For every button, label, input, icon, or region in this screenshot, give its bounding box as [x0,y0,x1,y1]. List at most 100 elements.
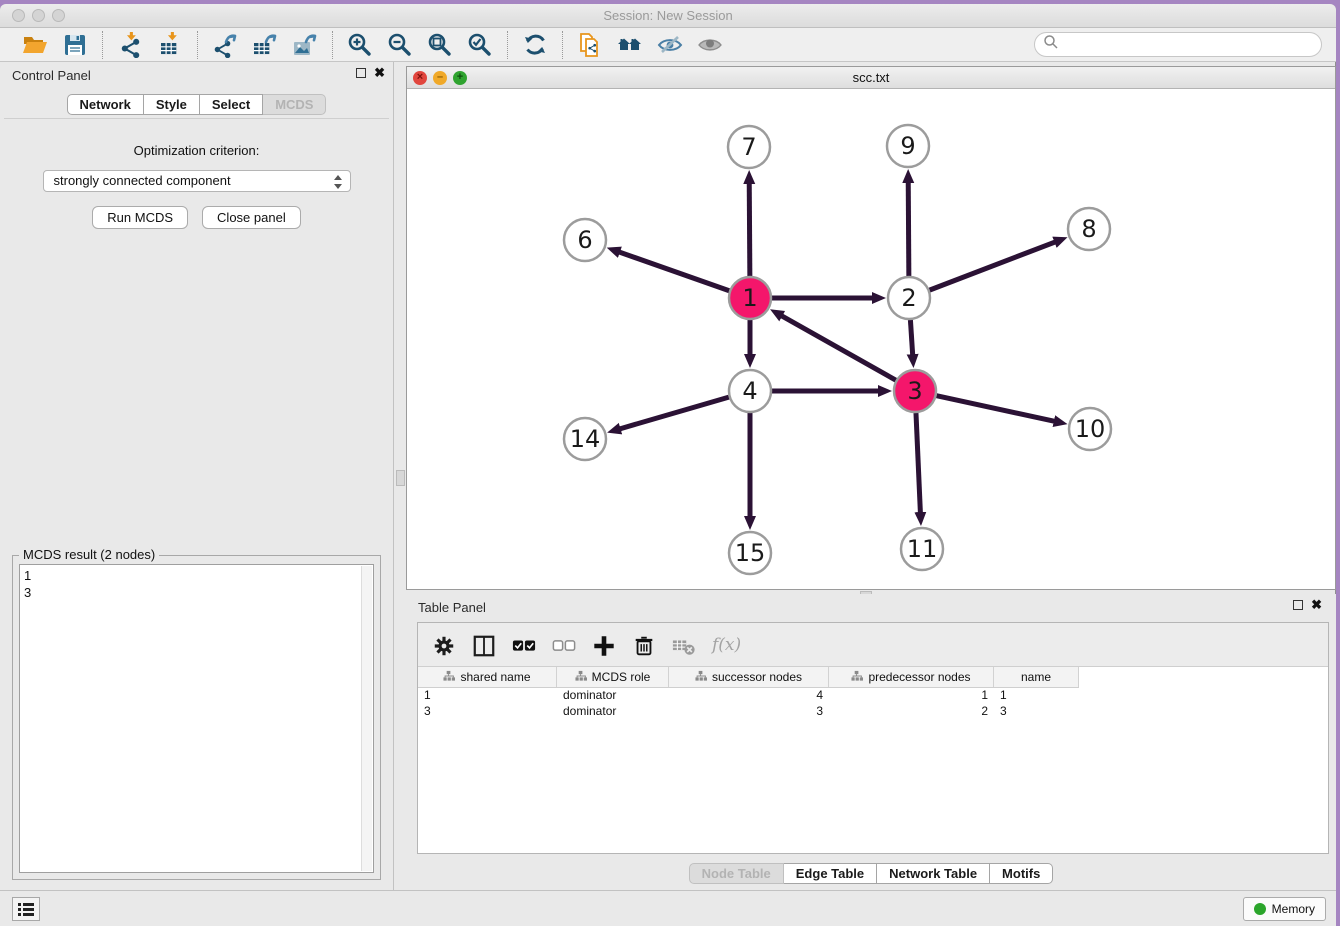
memory-button[interactable]: Memory [1243,897,1326,921]
result-line: 3 [24,584,369,601]
memory-label: Memory [1272,902,1315,916]
result-scrollbar[interactable] [361,566,372,871]
table-row[interactable]: 1dominator411 [418,688,1328,704]
save-session-icon[interactable] [62,32,88,58]
table-panel-title: Table Panel [418,600,486,615]
zoom-in-icon[interactable] [347,32,373,58]
node-4[interactable]: 4 [729,370,771,412]
edge-3-1[interactable] [780,315,895,380]
home-view-icon[interactable] [617,32,643,58]
run-mcds-button[interactable]: Run MCDS [92,206,188,229]
node-14[interactable]: 14 [564,418,606,460]
table-cell[interactable]: dominator [557,688,669,704]
zoom-selected-icon[interactable] [467,32,493,58]
edge-3-11[interactable] [916,413,920,514]
tab-motifs[interactable]: Motifs [990,863,1053,884]
table-panel-float-icon[interactable] [1293,600,1303,610]
svg-text:7: 7 [741,133,756,161]
column-type-icon [575,670,587,685]
tab-network-table[interactable]: Network Table [877,863,990,884]
unselect-all-columns-icon[interactable] [552,634,574,656]
node-3[interactable]: 3 [894,370,936,412]
tab-network[interactable]: Network [67,94,144,115]
table-cell[interactable]: 4 [669,688,829,704]
add-column-icon[interactable] [592,634,614,656]
edge-1-6[interactable] [618,252,729,291]
node-7[interactable]: 7 [728,126,770,168]
network-canvas[interactable]: 7 9 6 8 1 2 4 3 14 10 15 11 [407,89,1335,589]
column-label: shared name [460,670,530,684]
optimization-criterion-select[interactable]: strongly connected component [43,170,351,192]
column-header-predecessor-nodes[interactable]: predecessor nodes [829,667,994,687]
table-cell[interactable]: dominator [557,704,669,720]
column-header-shared-name[interactable]: shared name [418,667,557,687]
node-2[interactable]: 2 [888,277,930,319]
hide-selected-icon[interactable] [657,32,683,58]
search-field[interactable] [1034,32,1322,57]
close-panel-button[interactable]: Close panel [202,206,301,229]
node-8[interactable]: 8 [1068,208,1110,250]
tab-mcds[interactable]: MCDS [263,94,326,115]
export-table-icon[interactable] [252,32,278,58]
main-toolbar [0,28,1336,62]
node-1[interactable]: 1 [729,277,771,319]
node-6[interactable]: 6 [564,219,606,261]
search-input[interactable] [1059,37,1321,52]
toggle-columns-icon[interactable] [472,634,494,656]
import-network-icon[interactable] [117,32,143,58]
open-session-icon[interactable] [22,32,48,58]
task-history-button[interactable] [12,897,40,921]
table-cell[interactable]: 1 [829,688,994,704]
apply-layout-icon[interactable] [522,32,548,58]
node-15[interactable]: 15 [729,532,771,574]
column-header-name[interactable]: name [994,667,1079,687]
table-cell[interactable]: 1 [418,688,557,704]
table-cell[interactable]: 3 [669,704,829,720]
table-panel: Table Panel ✖ f(x) shared name MCDS roles… [406,594,1336,890]
search-icon [1043,34,1059,55]
edge-1-7[interactable] [749,182,750,276]
vertical-split-handle[interactable] [396,470,405,486]
edge-4-14[interactable] [619,397,729,429]
duplicate-network-icon[interactable] [577,32,603,58]
table-row[interactable]: 3dominator323 [418,704,1328,720]
optimization-criterion-value: strongly connected component [54,173,231,188]
import-table-icon[interactable] [157,32,183,58]
column-header-successor-nodes[interactable]: successor nodes [669,667,829,687]
network-frame-titlebar: × – + scc.txt [407,67,1335,89]
tab-node-table[interactable]: Node Table [689,863,784,884]
table-settings-gear-icon[interactable] [432,634,454,656]
node-10[interactable]: 10 [1069,408,1111,450]
node-9[interactable]: 9 [887,125,929,167]
control-panel-float-icon[interactable] [356,68,366,78]
mcds-result-text[interactable]: 13 [19,564,374,873]
edge-2-8[interactable] [930,242,1057,291]
tab-select[interactable]: Select [200,94,263,115]
table-panel-close-icon[interactable]: ✖ [1311,600,1322,610]
node-11[interactable]: 11 [901,528,943,570]
tab-edge-table[interactable]: Edge Table [784,863,877,884]
show-all-icon[interactable] [697,32,723,58]
export-image-icon[interactable] [292,32,318,58]
zoom-out-icon[interactable] [387,32,413,58]
edge-2-9[interactable] [908,181,909,276]
export-network-icon[interactable] [212,32,238,58]
control-panel-close-icon[interactable]: ✖ [374,68,385,78]
select-all-columns-icon[interactable] [512,634,534,656]
table-cell[interactable]: 1 [994,688,1079,704]
delete-table-icon [672,634,694,656]
delete-column-icon[interactable] [632,634,654,656]
table-toolbar: f(x) [418,623,1328,667]
table-cell[interactable]: 2 [829,704,994,720]
edge-2-3[interactable] [910,320,912,356]
network-view-frame: × – + scc.txt 7 9 6 8 1 2 4 3 14 10 15 11 [406,66,1336,590]
control-panel: Control Panel ✖ NetworkStyleSelectMCDS O… [0,62,394,890]
column-header-MCDS-role[interactable]: MCDS role [557,667,669,687]
control-panel-tabs: NetworkStyleSelectMCDS [0,94,393,115]
edge-3-10[interactable] [936,396,1055,422]
tab-style[interactable]: Style [144,94,200,115]
table-cell[interactable]: 3 [418,704,557,720]
table-cell[interactable]: 3 [994,704,1079,720]
status-bar: Memory [0,890,1336,926]
zoom-fit-icon[interactable] [427,32,453,58]
